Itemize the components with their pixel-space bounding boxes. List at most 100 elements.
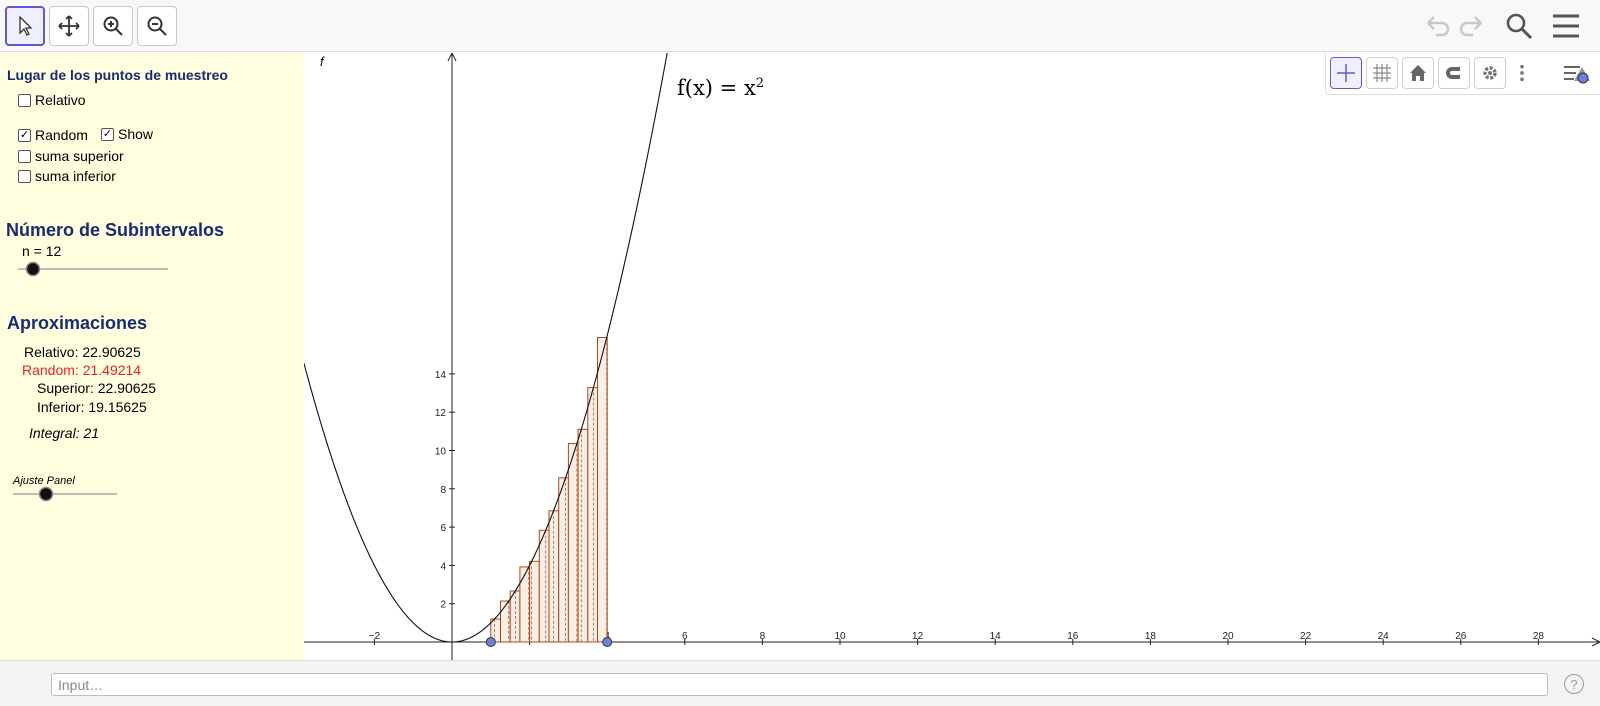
x-tick-label: 18	[1145, 631, 1157, 642]
style-bar-toggle-button[interactable]	[1561, 58, 1593, 90]
grid-toggle-button[interactable]	[1366, 57, 1398, 89]
undo-icon	[1427, 16, 1450, 37]
y-tick-label: 12	[435, 408, 447, 419]
y-tick-label: 4	[440, 561, 446, 572]
redo-icon	[1459, 16, 1482, 37]
move-tool-button[interactable]	[5, 6, 45, 46]
superior-value: Superior: 22.90625	[37, 380, 157, 396]
ajuste-slider-handle[interactable]	[38, 486, 54, 502]
riemann-rect	[529, 560, 540, 643]
zoom-out-button[interactable]	[137, 6, 177, 46]
riemann-rect	[538, 529, 550, 643]
show-checkbox[interactable]: ✓ Show	[101, 126, 153, 142]
axes-icon	[1337, 64, 1355, 82]
x-tick-label: 14	[990, 631, 1002, 642]
riemann-rect	[519, 566, 531, 643]
x-tick-label: 12	[912, 631, 924, 642]
move-graphics-view-button[interactable]	[49, 6, 89, 46]
main-menu-button[interactable]	[1550, 10, 1582, 42]
zoom-out-icon	[147, 16, 167, 36]
function-label: f	[320, 54, 324, 69]
undo-button[interactable]	[1421, 10, 1453, 42]
y-tick-label: 8	[440, 485, 446, 496]
move-arrows-icon	[58, 15, 80, 37]
arrow-pointer-icon	[19, 15, 33, 36]
help-icon[interactable]: ?	[1564, 674, 1584, 694]
integral-value: Integral: 21	[29, 425, 100, 441]
side-panel: Lugar de los puntos de muestreo Relativo…	[0, 53, 304, 660]
y-tick-label: 14	[435, 370, 447, 381]
menu-icon	[1553, 14, 1579, 38]
zoom-in-button[interactable]	[93, 6, 133, 46]
x-tick-label: 26	[1455, 631, 1467, 642]
x-tick-label: 6	[682, 631, 688, 642]
y-tick-label: 2	[440, 600, 446, 611]
suma-superior-label: suma superior	[35, 148, 124, 164]
suma-inferior-box[interactable]	[18, 169, 31, 183]
ajuste-slider[interactable]	[13, 486, 119, 502]
algebra-input[interactable]	[51, 673, 1548, 696]
riemann-rect	[577, 428, 589, 643]
x-tick-label: 22	[1300, 631, 1312, 642]
zoom-in-icon	[103, 16, 123, 36]
random-box[interactable]: ✓	[18, 128, 31, 142]
sampling-title: Lugar de los puntos de muestreo	[7, 67, 228, 83]
riemann-rect	[597, 337, 608, 643]
more-vertical-icon	[1520, 64, 1524, 82]
search-button[interactable]	[1503, 10, 1535, 42]
x-tick-label: 24	[1378, 631, 1390, 642]
suma-superior-checkbox[interactable]: suma superior	[18, 148, 124, 164]
function-curve	[304, 53, 668, 643]
x-tick-label: 16	[1067, 631, 1079, 642]
y-tick-label: 10	[435, 447, 447, 458]
function-formula: f(x) = x2	[677, 76, 764, 100]
riemann-rect	[587, 387, 598, 643]
suma-inferior-label: suma inferior	[35, 168, 116, 184]
relativo-box[interactable]	[18, 93, 31, 107]
graphics-view[interactable]: −22468101214161820222426282468101214 f f…	[304, 53, 1600, 660]
graphics-style-bar	[1325, 53, 1600, 95]
settings-button[interactable]	[1474, 57, 1506, 89]
home-icon	[1410, 65, 1426, 81]
interval-point	[485, 637, 496, 647]
show-box[interactable]: ✓	[101, 127, 114, 141]
top-toolbar	[0, 0, 1600, 52]
interval-point	[602, 637, 613, 647]
home-view-button[interactable]	[1402, 57, 1434, 89]
magnet-icon	[1446, 67, 1460, 79]
x-tick-label: 20	[1222, 631, 1234, 642]
axes-toggle-button[interactable]	[1330, 57, 1362, 89]
suma-inferior-checkbox[interactable]: suma inferior	[18, 168, 116, 184]
point-capturing-button[interactable]	[1438, 57, 1470, 89]
n-slider[interactable]	[18, 261, 170, 277]
formula-text: f(x) = x	[677, 76, 756, 100]
input-bar: ?	[0, 660, 1600, 706]
random-label: Random	[35, 127, 88, 143]
random-checkbox[interactable]: ✓ Random	[18, 127, 88, 143]
relativo-checkbox[interactable]: Relativo	[18, 92, 86, 108]
grid-icon	[1373, 64, 1391, 82]
style-bar-toggle-icon	[1564, 66, 1590, 84]
relativo-label: Relativo	[35, 92, 86, 108]
inferior-value: Inferior: 19.15625	[37, 399, 147, 415]
approx-title: Aproximaciones	[7, 313, 148, 333]
gear-icon	[1483, 66, 1497, 80]
x-tick-label: 8	[760, 631, 766, 642]
graph-canvas[interactable]: −22468101214161820222426282468101214	[304, 53, 1600, 660]
search-icon	[1506, 13, 1533, 40]
show-label: Show	[118, 126, 154, 142]
riemann-rect	[567, 442, 579, 643]
more-options-button[interactable]	[1512, 57, 1532, 89]
suma-superior-box[interactable]	[18, 149, 31, 163]
riemann-rect	[558, 477, 569, 643]
x-tick-label: −2	[369, 631, 381, 642]
n-label: n = 12	[22, 243, 62, 259]
y-tick-label: 6	[440, 523, 446, 534]
random-value: Random: 21.49214	[22, 362, 142, 378]
redo-button[interactable]	[1456, 10, 1488, 42]
subintervals-title: Número de Subintervalos	[6, 220, 225, 240]
x-tick-label: 28	[1533, 631, 1545, 642]
x-tick-label: 10	[834, 631, 846, 642]
n-slider-handle[interactable]	[25, 261, 41, 277]
formula-exponent: 2	[755, 76, 765, 91]
